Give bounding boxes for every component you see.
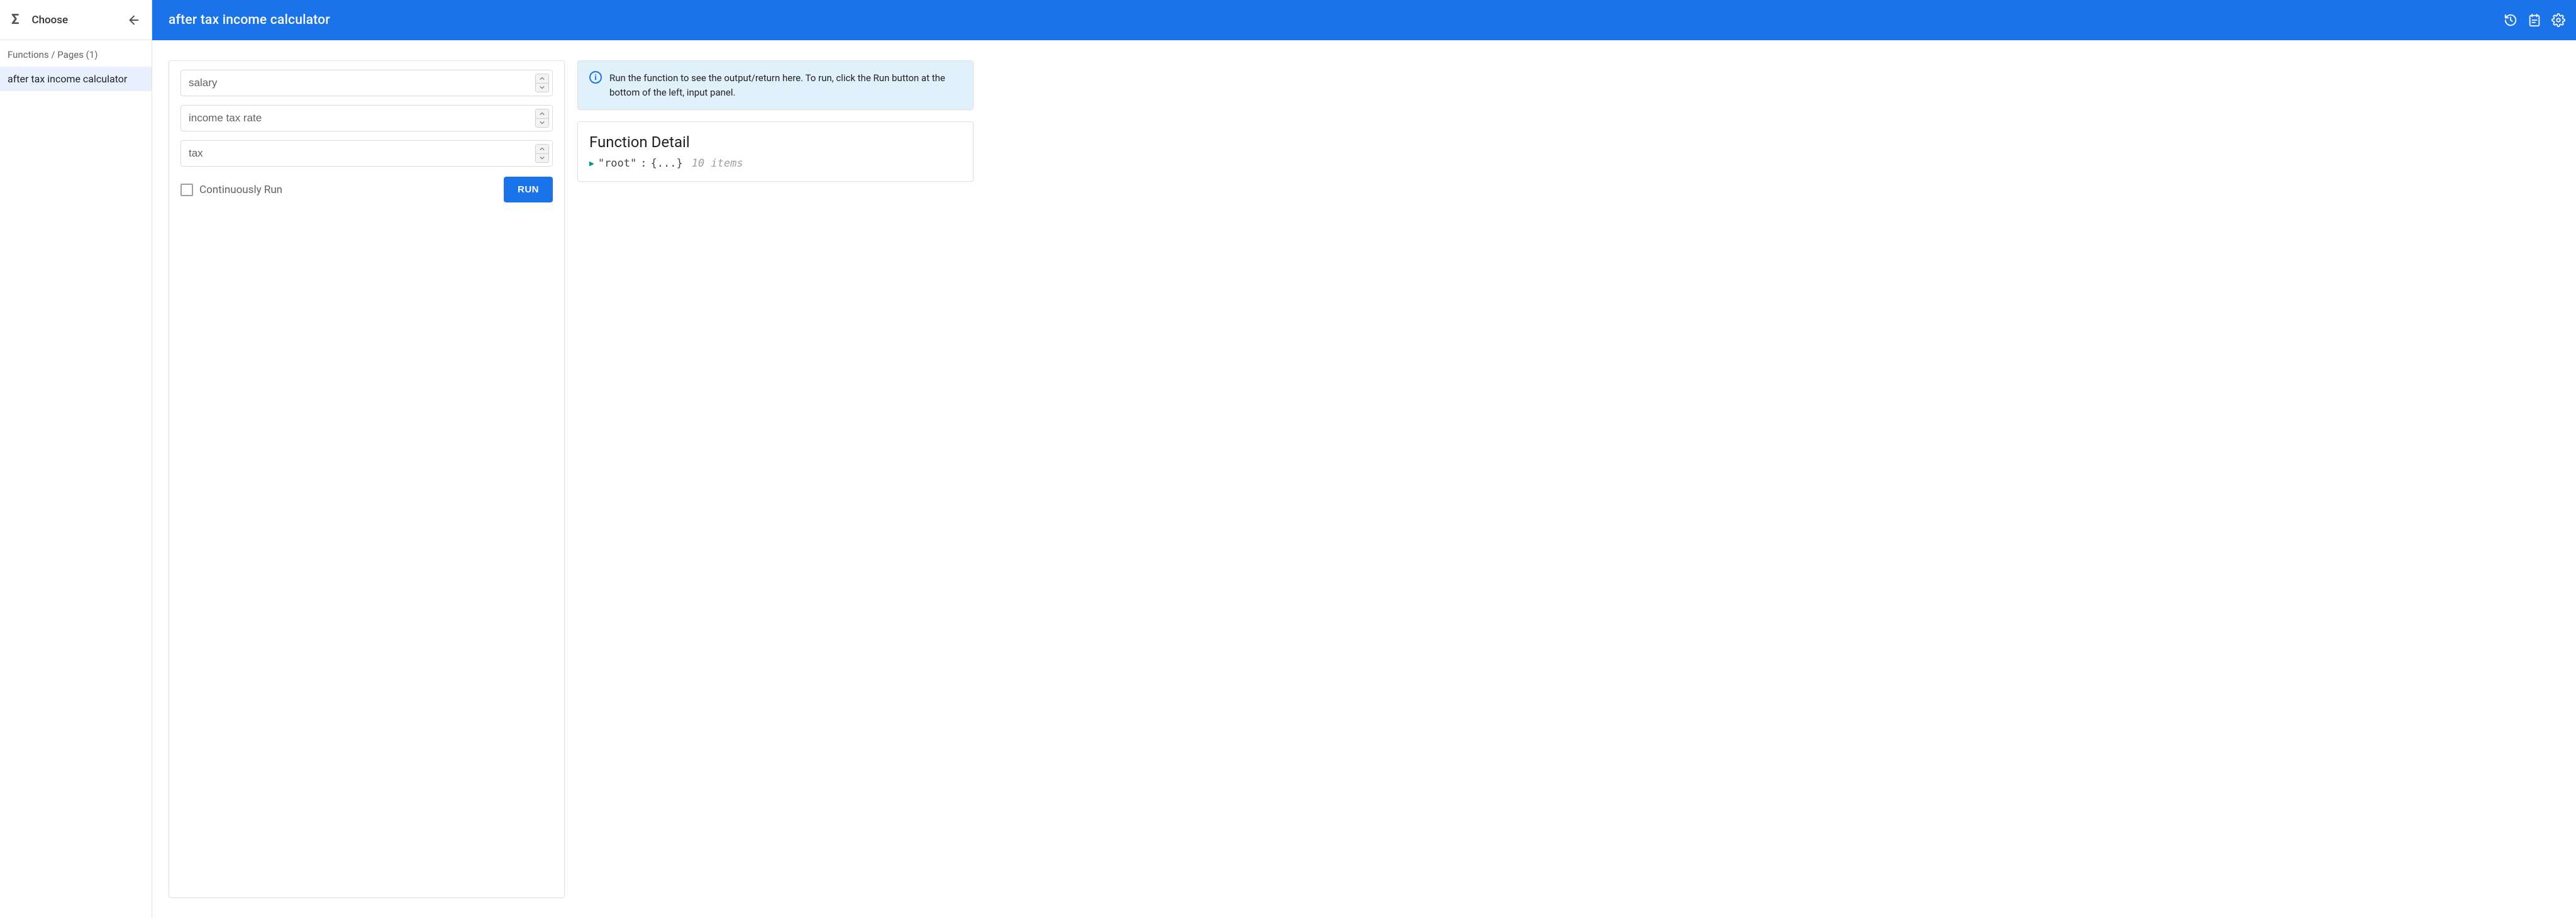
income-tax-rate-input[interactable]: [180, 105, 553, 131]
chevron-down-icon: [540, 121, 545, 124]
right-column: i Run the function to see the output/ret…: [577, 60, 974, 898]
stepper-down[interactable]: [536, 119, 548, 128]
sidebar-top-left: Σ Choose: [11, 12, 68, 28]
salary-field-wrap: [180, 70, 553, 96]
json-items-meta: 10 items: [692, 157, 743, 170]
expand-toggle[interactable]: ▶: [589, 159, 594, 169]
continuously-run-label: Continuously Run: [199, 184, 282, 196]
content: Continuously Run RUN i Run the function …: [152, 40, 2576, 918]
gear-icon: [2551, 13, 2565, 27]
chevron-up-icon: [540, 147, 545, 151]
income-tax-rate-stepper[interactable]: [535, 109, 549, 128]
stepper-down[interactable]: [536, 84, 548, 92]
checkbox-box-icon: [180, 184, 193, 196]
sidebar: Σ Choose Functions / Pages (1) after tax…: [0, 0, 152, 918]
main: after tax income calculator: [152, 0, 2576, 918]
page-title: after tax income calculator: [169, 13, 330, 28]
input-footer: Continuously Run RUN: [180, 177, 553, 202]
income-tax-rate-field-wrap: [180, 105, 553, 131]
stepper-up[interactable]: [536, 109, 548, 119]
function-detail-title: Function Detail: [589, 133, 962, 151]
sidebar-section-header: Functions / Pages (1): [0, 40, 152, 67]
salary-input[interactable]: [180, 70, 553, 96]
salary-stepper[interactable]: [535, 74, 549, 92]
history-icon: [2504, 13, 2518, 27]
json-root-body: {...}: [651, 157, 683, 170]
settings-button[interactable]: [2551, 13, 2566, 28]
json-root-key: "root": [598, 157, 636, 170]
continuously-run-checkbox[interactable]: Continuously Run: [180, 184, 282, 196]
tax-field-wrap: [180, 140, 553, 167]
chevron-up-icon: [540, 112, 545, 116]
topbar: after tax income calculator: [152, 0, 2576, 40]
input-panel: Continuously Run RUN: [169, 60, 565, 898]
notes-icon: [2528, 13, 2541, 27]
info-box: i Run the function to see the output/ret…: [578, 61, 973, 109]
chevron-down-icon: [540, 156, 545, 160]
function-detail-panel: Function Detail ▶ "root" : {...} 10 item…: [577, 121, 974, 182]
stepper-up[interactable]: [536, 145, 548, 154]
topbar-icons: [2503, 13, 2566, 28]
run-button[interactable]: RUN: [504, 177, 553, 202]
chevron-down-icon: [540, 86, 545, 89]
info-icon: i: [589, 71, 602, 84]
stepper-down[interactable]: [536, 154, 548, 163]
logs-button[interactable]: [2527, 13, 2542, 28]
json-colon: :: [640, 157, 647, 170]
choose-label[interactable]: Choose: [31, 14, 68, 26]
chevron-up-icon: [540, 77, 545, 80]
tax-input[interactable]: [180, 140, 553, 167]
back-button[interactable]: [125, 11, 143, 29]
stepper-up[interactable]: [536, 74, 548, 84]
sigma-icon: Σ: [11, 12, 19, 28]
history-button[interactable]: [2503, 13, 2518, 28]
sidebar-item-after-tax-income-calculator[interactable]: after tax income calculator: [0, 67, 152, 91]
arrow-left-icon: [127, 13, 141, 27]
tax-stepper[interactable]: [535, 144, 549, 163]
sidebar-top: Σ Choose: [0, 0, 152, 40]
info-text: Run the function to see the output/retur…: [609, 71, 962, 99]
output-panel: i Run the function to see the output/ret…: [577, 60, 974, 110]
json-root-line: ▶ "root" : {...} 10 items: [589, 157, 962, 170]
